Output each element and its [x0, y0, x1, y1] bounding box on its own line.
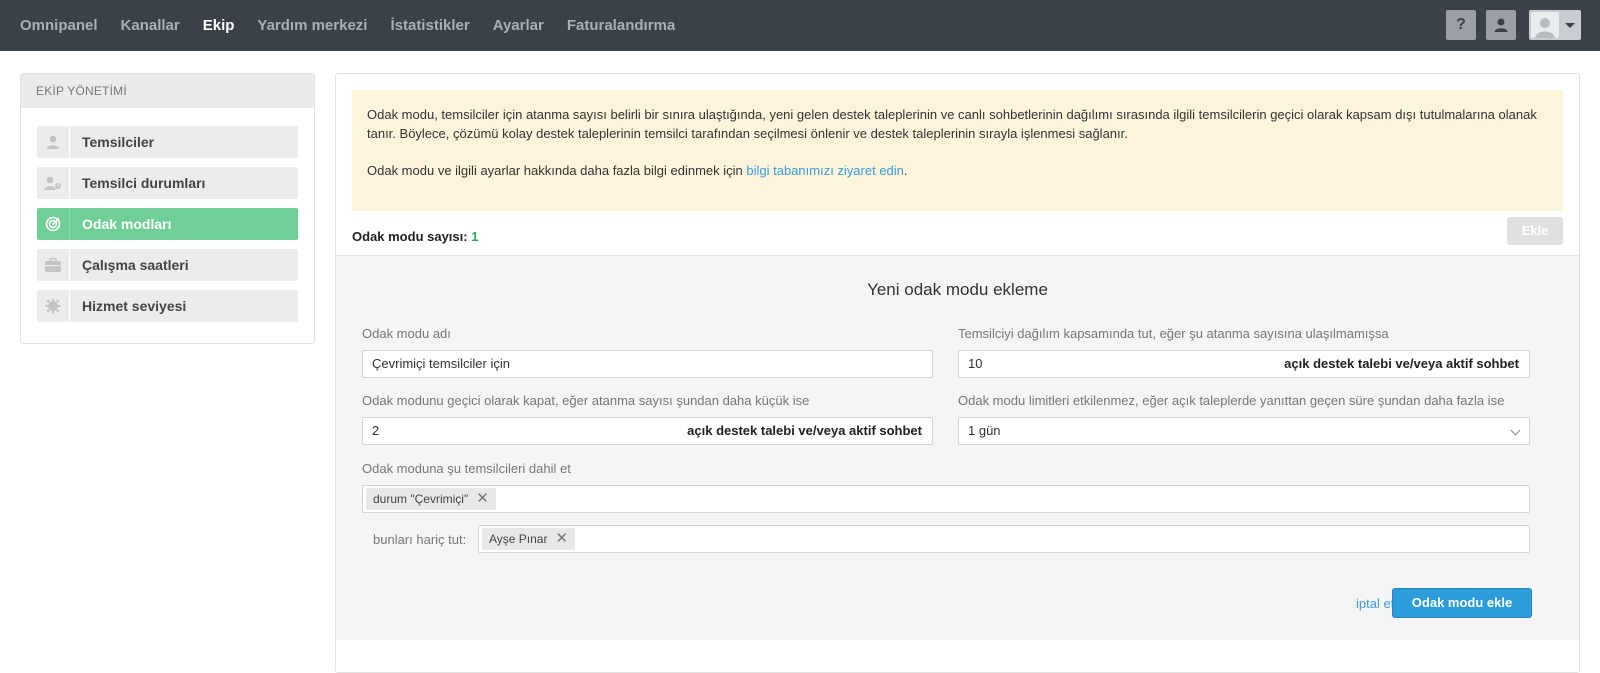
include-agents-input[interactable]: durum "Çevrimiçi" ✕: [362, 485, 1530, 513]
avatar: [1531, 12, 1559, 38]
keep-threshold-input[interactable]: 10 açık destek talebi ve/veya aktif sohb…: [958, 350, 1530, 378]
target-icon: [37, 208, 70, 240]
keep-threshold-label: Temsilciyi dağılım kapsamında tut, eğer …: [958, 326, 1389, 341]
sidebar-item-temsilci-durumlari[interactable]: Temsilci durumları: [37, 167, 298, 199]
exclude-tag: Ayşe Pınar ✕: [482, 528, 576, 550]
close-threshold-label: Odak modunu geçici olarak kapat, eğer at…: [362, 393, 810, 408]
notice-text-end: .: [903, 163, 908, 178]
nav-yardim-merkezi[interactable]: Yardım merkezi: [257, 17, 367, 34]
user-status-icon: [37, 167, 70, 199]
user-icon: [1494, 18, 1508, 32]
include-tag: durum "Çevrimiçi" ✕: [366, 488, 496, 510]
info-notice: Odak modu, temsilciler için atanma sayıs…: [352, 90, 1563, 211]
exclude-agents-input[interactable]: Ayşe Pınar ✕: [478, 525, 1530, 553]
name-label: Odak modu adı: [362, 326, 451, 341]
count-value: 1: [471, 229, 479, 244]
sidebar-heading: EKİP YÖNETİMİ: [21, 74, 314, 108]
cancel-link[interactable]: iptal et: [1356, 596, 1394, 611]
gear-icon: [37, 290, 70, 322]
nav-ayarlar[interactable]: Ayarlar: [493, 17, 544, 34]
close-threshold-value: 2: [372, 423, 380, 438]
name-input-value: Çevrimiçi temsilciler için: [372, 356, 510, 371]
sidebar-item-label: Çalışma saatleri: [82, 257, 189, 273]
sidebar-item-label: Odak modları: [82, 216, 172, 232]
close-icon[interactable]: ✕: [476, 488, 489, 510]
nav-omnipanel[interactable]: Omnipanel: [20, 17, 98, 34]
limit-duration-label: Odak modu limitleri etkilenmez, eğer açı…: [958, 393, 1505, 408]
main-nav: Omnipanel Kanallar Ekip Yardım merkezi İ…: [20, 0, 698, 51]
nav-ekip[interactable]: Ekip: [203, 17, 235, 34]
nav-kanallar[interactable]: Kanallar: [121, 17, 180, 34]
focus-mode-count-row: Odak modu sayısı: 1 Ekle: [352, 217, 1563, 257]
sidebar-item-label: Hizmet seviyesi: [82, 298, 187, 314]
exclude-agents-label: bunları hariç tut:: [373, 532, 467, 547]
keep-threshold-suffix: açık destek talebi ve/veya aktif sohbet: [1284, 356, 1519, 371]
sidebar-item-hizmet-seviyesi[interactable]: Hizmet seviyesi: [37, 290, 298, 322]
sidebar-item-odak-modlari[interactable]: Odak modları: [37, 208, 298, 240]
avatar-placeholder-icon: [1535, 18, 1555, 38]
top-nav-bar: Omnipanel Kanallar Ekip Yardım merkezi İ…: [0, 0, 1600, 51]
chevron-down-icon: [1565, 22, 1575, 28]
team-management-sidebar: EKİP YÖNETİMİ Temsilciler Temsilci durum…: [20, 73, 315, 344]
briefcase-icon: [37, 249, 70, 281]
include-agents-label: Odak moduna şu temsilcileri dahil et: [362, 461, 571, 476]
sidebar-item-calisma-saatleri[interactable]: Çalışma saatleri: [37, 249, 298, 281]
help-button[interactable]: ?: [1446, 10, 1476, 40]
new-focus-mode-form: Yeni odak modu ekleme Odak modu adı Çevr…: [336, 255, 1579, 640]
exclude-tag-label: Ayşe Pınar: [489, 532, 548, 546]
knowledge-base-link[interactable]: bilgi tabanımızı ziyaret edin: [746, 163, 904, 178]
form-title: Yeni odak modu ekleme: [867, 280, 1048, 299]
focus-mode-count: Odak modu sayısı: 1: [352, 229, 478, 244]
notice-paragraph-2: Odak modu ve ilgili ayarlar hakkında dah…: [367, 161, 1548, 180]
add-focus-mode-button[interactable]: Odak modu ekle: [1392, 588, 1532, 618]
profile-button[interactable]: [1486, 10, 1516, 40]
include-tag-label: durum "Çevrimiçi": [373, 492, 469, 506]
nav-faturalandirma[interactable]: Faturalandırma: [567, 17, 675, 34]
close-threshold-input[interactable]: 2 açık destek talebi ve/veya aktif sohbe…: [362, 417, 933, 445]
nav-istatistikler[interactable]: İstatistikler: [390, 17, 469, 34]
keep-threshold-value: 10: [968, 356, 983, 371]
limit-duration-value: 1 gün: [968, 423, 1001, 438]
close-threshold-suffix: açık destek talebi ve/veya aktif sohbet: [687, 423, 922, 438]
chevron-down-icon: [1510, 425, 1521, 436]
limit-duration-select[interactable]: 1 gün: [958, 417, 1530, 445]
add-button[interactable]: Ekle: [1507, 217, 1563, 245]
sidebar-item-label: Temsilci durumları: [82, 175, 206, 191]
name-input[interactable]: Çevrimiçi temsilciler için: [362, 350, 933, 378]
sidebar-item-temsilciler[interactable]: Temsilciler: [37, 126, 298, 158]
help-icon: ?: [1456, 16, 1466, 33]
notice-paragraph-1: Odak modu, temsilciler için atanma sayıs…: [367, 107, 1537, 141]
user-icon: [37, 126, 70, 158]
notice-text: Odak modu ve ilgili ayarlar hakkında dah…: [367, 163, 747, 178]
focus-modes-panel: Odak modu, temsilciler için atanma sayıs…: [335, 73, 1580, 673]
account-menu-button[interactable]: [1529, 10, 1581, 40]
count-label: Odak modu sayısı:: [352, 229, 472, 244]
close-icon[interactable]: ✕: [555, 528, 568, 550]
sidebar-item-label: Temsilciler: [82, 134, 155, 150]
